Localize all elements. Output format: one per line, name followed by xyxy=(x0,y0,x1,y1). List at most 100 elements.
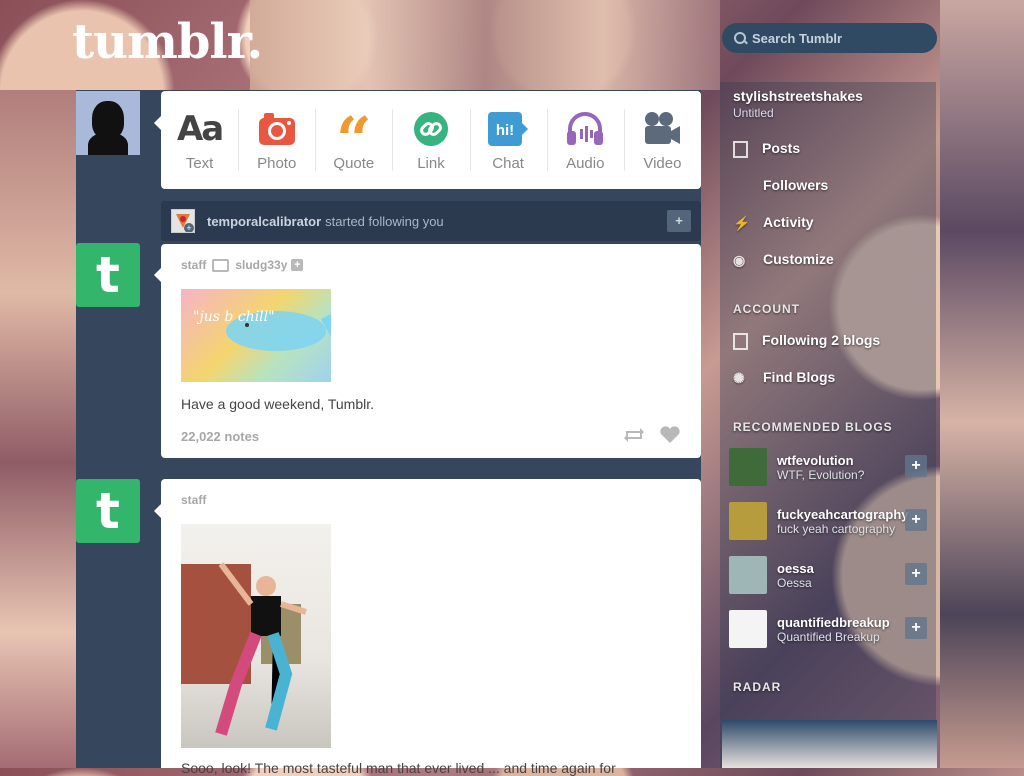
post-header: staff sludg33y + xyxy=(181,258,304,272)
sidebar-item-posts[interactable]: Posts xyxy=(733,140,800,158)
staff-avatar[interactable]: t xyxy=(76,479,140,543)
sparkle-icon: ✺ xyxy=(733,370,745,387)
camera-icon xyxy=(255,109,299,149)
background-collage-right xyxy=(940,0,1024,768)
sidebar-item-activity[interactable]: ⚡ Activity xyxy=(733,214,814,231)
blog-name: wtfevolution xyxy=(777,452,854,468)
sidebar-item-find-blogs[interactable]: ✺ Find Blogs xyxy=(733,369,835,386)
post-type-video[interactable]: Video xyxy=(623,91,701,189)
blog-subtitle: WTF, Evolution? xyxy=(777,467,865,482)
blog-avatar xyxy=(729,556,767,594)
post-card: staff sludg33y + "jus b chill" Have a go… xyxy=(161,244,701,458)
account-heading: ACCOUNT xyxy=(733,302,800,316)
video-camera-icon xyxy=(640,109,684,149)
post-type-label: Quote xyxy=(333,154,375,172)
blog-avatar xyxy=(729,448,767,486)
post-photo[interactable]: "jus b chill" xyxy=(181,289,331,382)
notification-username[interactable]: temporalcalibrator xyxy=(207,214,321,229)
post-caption: Sooo, look! The most tasteful man that e… xyxy=(181,760,616,776)
reblogged-from[interactable]: sludg33y xyxy=(235,258,287,272)
sidebar-item-label: Find Blogs xyxy=(763,369,836,385)
lightning-icon: ⚡ xyxy=(733,215,751,232)
blog-subtitle: Quantified Breakup xyxy=(777,629,880,644)
tumblr-logo[interactable]: tumblr. xyxy=(72,14,263,70)
avatar-pointer xyxy=(154,116,161,130)
sidebar-item-label: Following 2 blogs xyxy=(762,332,881,348)
radar-post-preview[interactable] xyxy=(722,720,937,768)
sidebar-item-label: Customize xyxy=(763,251,834,267)
post-caption: Have a good weekend, Tumblr. xyxy=(181,396,375,412)
sidebar-item-label: Activity xyxy=(763,214,814,230)
blog-subtitle: fuck yeah cartography xyxy=(777,521,896,536)
recommended-blog[interactable]: oessa Oessa + xyxy=(729,555,927,595)
text-icon: Aa xyxy=(176,108,224,149)
post-type-text[interactable]: Aa Text xyxy=(161,91,238,189)
photo-text: "jus b chill" xyxy=(193,309,275,325)
recommended-blog[interactable]: quantifiedbreakup Quantified Breakup + xyxy=(729,609,927,649)
search-input[interactable]: Search Tumblr xyxy=(722,23,937,53)
reblog-small-icon xyxy=(212,258,230,272)
sidebar-item-followers[interactable]: Followers xyxy=(733,177,828,194)
post-type-audio[interactable]: Audio xyxy=(546,91,624,189)
follow-notification: + temporalcalibrator started following y… xyxy=(161,201,701,241)
post-author[interactable]: staff xyxy=(181,493,206,507)
follow-button[interactable]: + xyxy=(905,455,927,477)
recommended-blog[interactable]: wtfevolution WTF, Evolution? + xyxy=(729,447,927,487)
document-icon xyxy=(733,140,748,158)
blog-name: oessa xyxy=(777,560,814,576)
quote-icon: “ xyxy=(336,102,372,176)
post-header: staff xyxy=(181,493,206,507)
recommended-heading: RECOMMENDED BLOGS xyxy=(733,420,893,434)
post-type-link[interactable]: Link xyxy=(392,91,469,189)
sidebar-blog-name[interactable]: stylishstreetshakes xyxy=(733,88,863,104)
post-type-quote[interactable]: “ Quote xyxy=(315,91,392,189)
person-icon xyxy=(733,178,749,194)
post-type-label: Chat xyxy=(492,154,524,172)
sidebar-item-following[interactable]: Following 2 blogs xyxy=(733,332,880,350)
background-collage xyxy=(250,0,720,90)
post-notes[interactable]: 22,022 notes xyxy=(181,429,259,444)
recommended-blog[interactable]: fuckyeahcartography fuck yeah cartography… xyxy=(729,501,927,541)
post-type-chat[interactable]: hi! Chat xyxy=(469,91,547,189)
svg-text:hi!: hi! xyxy=(496,122,514,139)
link-icon xyxy=(409,109,453,149)
post-photo[interactable] xyxy=(181,524,331,748)
background-collage-left xyxy=(0,90,76,768)
post-type-label: Text xyxy=(185,154,214,172)
follow-button[interactable]: + xyxy=(905,563,927,585)
post-actions xyxy=(623,426,681,449)
user-avatar[interactable] xyxy=(76,91,140,155)
post-type-label: Link xyxy=(417,154,445,172)
post-pointer xyxy=(154,504,161,518)
sidebar-item-label: Posts xyxy=(762,140,801,156)
svg-text:+: + xyxy=(186,223,191,232)
notification-avatar[interactable]: + xyxy=(171,209,195,233)
notification-text: started following you xyxy=(325,213,444,229)
search-placeholder: Search Tumblr xyxy=(752,30,843,46)
like-heart-icon[interactable] xyxy=(659,426,681,449)
blog-name: quantifiedbreakup xyxy=(777,614,890,630)
follow-plus-icon[interactable]: + xyxy=(291,259,304,271)
blog-subtitle: Oessa xyxy=(777,575,812,590)
eye-icon: ◉ xyxy=(733,252,746,269)
reblog-icon[interactable] xyxy=(623,426,645,449)
search-icon xyxy=(734,32,746,44)
post-type-photo[interactable]: Photo xyxy=(238,91,315,189)
headphones-icon xyxy=(563,109,607,149)
list-icon xyxy=(733,332,748,350)
sidebar-blog-subtitle: Untitled xyxy=(733,106,774,120)
post-card: staff Sooo, look! The most tasteful man … xyxy=(161,479,701,776)
blog-avatar xyxy=(729,610,767,648)
sidebar-item-label: Followers xyxy=(763,177,829,193)
post-author[interactable]: staff xyxy=(181,258,206,272)
chat-icon: hi! xyxy=(486,109,530,149)
post-pointer xyxy=(154,268,161,282)
post-type-label: Video xyxy=(643,154,682,172)
staff-avatar[interactable]: t xyxy=(76,243,140,307)
follow-back-button[interactable]: + xyxy=(667,210,691,232)
sidebar-item-customize[interactable]: ◉ Customize xyxy=(733,251,834,268)
post-type-label: Audio xyxy=(566,154,605,172)
follow-button[interactable]: + xyxy=(905,617,927,639)
blog-name: fuckyeahcartography xyxy=(777,506,909,522)
follow-button[interactable]: + xyxy=(905,509,927,531)
